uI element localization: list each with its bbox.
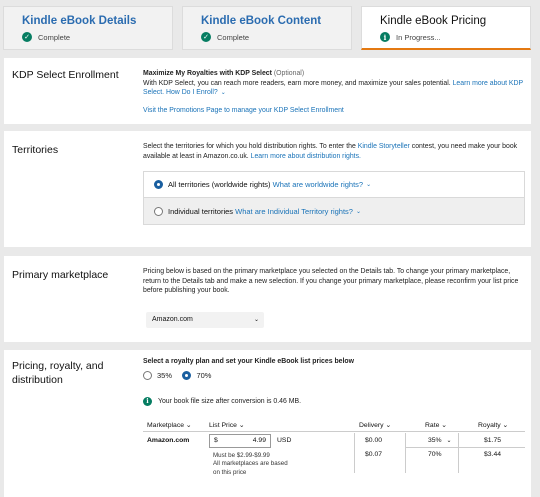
tab-ebook-content[interactable]: Kindle eBook Content ✓ Complete bbox=[182, 6, 352, 50]
royalty-70: $3.44 bbox=[484, 451, 502, 458]
header-marketplace[interactable]: Marketplace ⌄ bbox=[147, 421, 192, 429]
territories-section: Territories Select the territories for w… bbox=[4, 131, 531, 247]
divider bbox=[143, 431, 525, 432]
optional-label: (Optional) bbox=[273, 70, 305, 77]
file-size-note: Your book file size after conversion is … bbox=[158, 398, 301, 406]
worldwide-rights-link[interactable]: What are worldwide rights? bbox=[273, 180, 363, 189]
royalty-35: $1.75 bbox=[484, 437, 502, 444]
promotions-page-link[interactable]: Visit the Promotions Page to manage your… bbox=[143, 107, 344, 114]
header-delivery[interactable]: Delivery ⌄ bbox=[359, 421, 391, 429]
row-marketplace: Amazon.com bbox=[147, 437, 190, 444]
chevron-down-icon: ⌄ bbox=[355, 208, 361, 215]
tab-title: Kindle eBook Details bbox=[22, 15, 137, 27]
royalty-70-radio[interactable] bbox=[182, 371, 192, 381]
tab-ebook-pricing[interactable]: Kindle eBook Pricing i In Progress... bbox=[361, 6, 531, 50]
header-rate[interactable]: Rate ⌄ bbox=[425, 421, 447, 429]
tab-title: Kindle eBook Pricing bbox=[380, 15, 487, 27]
primary-marketplace-section: Primary marketplace Pricing below is bas… bbox=[4, 256, 531, 342]
check-circle-icon: ✓ bbox=[201, 32, 211, 42]
territories-options: All territories (worldwide rights) What … bbox=[143, 171, 525, 225]
kdp-body: With KDP Select, you can reach more read… bbox=[143, 79, 451, 87]
tab-ebook-details[interactable]: Kindle eBook Details ✓ Complete bbox=[3, 6, 173, 50]
chevron-down-icon: ⌄ bbox=[220, 90, 226, 97]
how-enroll-link[interactable]: How Do I Enroll? bbox=[166, 89, 218, 96]
option-label: Individual territories bbox=[168, 206, 234, 216]
rate-35: 35% ⌄ bbox=[428, 437, 452, 444]
currency-label: USD bbox=[277, 437, 292, 444]
list-price-input[interactable]: $ 4.99 bbox=[209, 434, 271, 448]
tab-status: Complete bbox=[38, 32, 71, 42]
section-title: Primary marketplace bbox=[12, 269, 109, 281]
rate-70: 70% bbox=[428, 451, 442, 458]
section-title: Pricing, royalty, and bbox=[12, 360, 104, 372]
section-title: KDP Select Enrollment bbox=[12, 69, 119, 81]
price-value: 4.99 bbox=[252, 437, 266, 444]
plan-35-label: 35% bbox=[157, 370, 173, 380]
header-royalty[interactable]: Royalty ⌄ bbox=[478, 421, 508, 429]
chevron-down-icon: ⌄ bbox=[366, 182, 372, 188]
delivery-70: $0.07 bbox=[365, 451, 383, 458]
price-range-note: Must be $2.99-$9.99 bbox=[213, 452, 270, 459]
currency-symbol: $ bbox=[214, 437, 218, 444]
selected-marketplace: Amazon.com bbox=[152, 316, 193, 323]
check-circle-icon: ✓ bbox=[22, 32, 32, 42]
plan-70-label: 70% bbox=[196, 370, 212, 380]
marketplace-select[interactable]: Amazon.com ⌄ bbox=[146, 312, 264, 328]
table-row: Amazon.com $ 4.99 USD Must be $2.99-$9.9… bbox=[143, 433, 525, 493]
territories-body: Select the territories for which you hol… bbox=[143, 143, 356, 150]
tab-title: Kindle eBook Content bbox=[201, 15, 322, 27]
individual-territory-rights-link[interactable]: What are Individual Territory rights? bbox=[235, 207, 353, 216]
price-basis-note: All marketplaces are based on this price bbox=[213, 460, 288, 476]
radio-button[interactable] bbox=[154, 206, 163, 216]
kdp-select-section: KDP Select Enrollment Maximize My Royalt… bbox=[4, 58, 531, 124]
individual-territories-option[interactable]: Individual territories What are Individu… bbox=[144, 198, 524, 224]
section-title-line-2: distribution bbox=[12, 374, 63, 387]
pricing-table-header: Marketplace ⌄ List Price ⌄ Delivery ⌄ Ra… bbox=[143, 421, 525, 431]
worldwide-rights-option[interactable]: All territories (worldwide rights) What … bbox=[144, 172, 524, 198]
header-list-price[interactable]: List Price ⌄ bbox=[209, 421, 245, 429]
delivery-35: $0.00 bbox=[365, 437, 383, 444]
chevron-down-icon: ⌄ bbox=[253, 317, 259, 323]
info-circle-icon: i bbox=[143, 397, 152, 407]
tab-status: Complete bbox=[217, 32, 250, 42]
kdp-heading: Maximize My Royalties with KDP Select bbox=[143, 70, 272, 77]
info-circle-icon: i bbox=[380, 32, 390, 42]
royalty-instruction: Select a royalty plan and set your Kindl… bbox=[143, 358, 354, 365]
section-title: Territories bbox=[12, 144, 59, 156]
option-label: All territories (worldwide rights) bbox=[168, 180, 271, 189]
kindle-storyteller-link[interactable]: Kindle Storyteller bbox=[358, 143, 410, 150]
royalty-35-radio[interactable] bbox=[143, 371, 152, 381]
tab-status: In Progress... bbox=[396, 32, 441, 42]
distribution-rights-link[interactable]: Learn more about distribution rights. bbox=[251, 153, 361, 160]
pricing-tabs: Kindle eBook Details ✓ Complete Kindle e… bbox=[0, 0, 540, 52]
radio-button[interactable] bbox=[154, 180, 163, 189]
marketplace-body: Pricing below is based on the primary ma… bbox=[143, 268, 519, 295]
pricing-royalty-section: Pricing, royalty, and distribution Selec… bbox=[4, 350, 531, 497]
